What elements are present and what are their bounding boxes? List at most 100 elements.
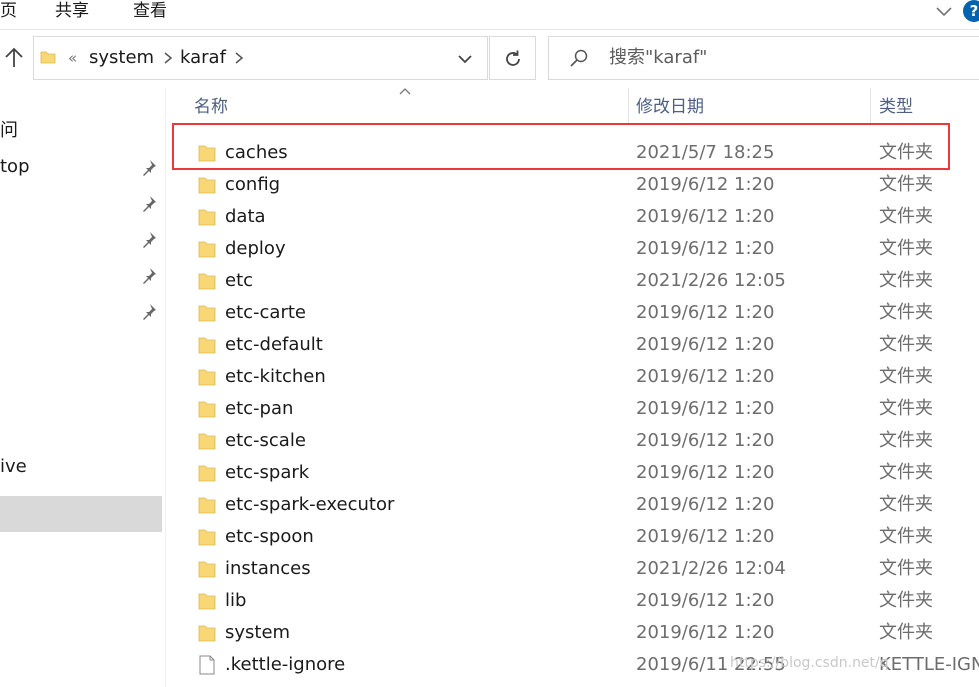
file-type: 文件夹 (879, 366, 933, 387)
folder-icon (198, 561, 216, 578)
breadcrumb-system[interactable]: system (89, 47, 154, 69)
folder-icon (198, 177, 216, 194)
file-name[interactable]: etc-spark (225, 461, 309, 485)
file-type: 文件夹 (879, 302, 933, 323)
file-modified-date: 2019/6/12 1:20 (636, 430, 775, 451)
file-row[interactable]: instances 2021/2/26 12:04 文件夹 (190, 553, 979, 585)
folder-icon (40, 51, 56, 64)
file-modified-date: 2019/6/12 1:20 (636, 494, 775, 515)
chevron-right-icon[interactable] (162, 51, 174, 65)
file-name[interactable]: etc-spoon (225, 525, 314, 549)
refresh-button[interactable] (489, 36, 536, 80)
column-divider[interactable] (870, 88, 871, 126)
file-type: 文件夹 (879, 334, 933, 355)
file-icon (199, 655, 215, 675)
ribbon: 页 共享 查看 ? (0, 0, 979, 30)
sort-ascending-icon (399, 88, 411, 95)
folder-icon (198, 465, 216, 482)
folder-icon (198, 433, 216, 450)
breadcrumb-karaf[interactable]: karaf (180, 47, 226, 69)
address-bar[interactable]: « system karaf (33, 36, 488, 80)
file-name[interactable]: etc-kitchen (225, 365, 326, 389)
file-row[interactable]: etc-scale 2019/6/12 1:20 文件夹 (190, 425, 979, 457)
address-overflow[interactable]: « (68, 47, 77, 69)
file-type: 文件夹 (879, 206, 933, 227)
file-type: 文件夹 (879, 494, 933, 515)
file-row[interactable]: data 2019/6/12 1:20 文件夹 (190, 201, 979, 233)
pin-icon (143, 268, 156, 284)
file-type: 文件夹 (879, 462, 933, 483)
file-modified-date: 2021/2/26 12:05 (636, 270, 786, 291)
file-row[interactable]: deploy 2019/6/12 1:20 文件夹 (190, 233, 979, 265)
file-type: 文件夹 (879, 558, 933, 579)
file-row[interactable]: etc-pan 2019/6/12 1:20 文件夹 (190, 393, 979, 425)
folder-icon (198, 273, 216, 290)
file-name[interactable]: etc-default (225, 333, 323, 357)
folder-icon (198, 497, 216, 514)
file-name[interactable]: etc-spark-executor (225, 493, 394, 517)
folder-icon (198, 337, 216, 354)
file-row[interactable]: etc-kitchen 2019/6/12 1:20 文件夹 (190, 361, 979, 393)
sidebar-item-selected[interactable] (0, 496, 162, 532)
file-name[interactable]: data (225, 205, 266, 229)
file-row[interactable]: etc-spoon 2019/6/12 1:20 文件夹 (190, 521, 979, 553)
file-name[interactable]: etc-pan (225, 397, 293, 421)
column-divider[interactable] (628, 88, 629, 126)
file-modified-date: 2021/5/7 18:25 (636, 142, 775, 163)
ribbon-tab-share[interactable]: 共享 (55, 0, 89, 24)
column-header-type[interactable]: 类型 (879, 88, 913, 126)
file-modified-date: 2019/6/12 1:20 (636, 238, 775, 259)
chevron-down-icon[interactable] (456, 51, 474, 67)
file-modified-date: 2019/6/12 1:20 (636, 462, 775, 483)
help-icon[interactable]: ? (963, 0, 979, 22)
file-row[interactable]: etc 2021/2/26 12:05 文件夹 (190, 265, 979, 297)
file-modified-date: 2019/6/12 1:20 (636, 302, 775, 323)
file-row[interactable]: etc-spark 2019/6/12 1:20 文件夹 (190, 457, 979, 489)
sidebar-item-1[interactable]: 问 (0, 120, 18, 142)
file-name[interactable]: caches (225, 141, 288, 165)
chevron-right-icon[interactable] (233, 51, 245, 65)
file-type: 文件夹 (879, 142, 933, 163)
file-type: 文件夹 (879, 430, 933, 451)
file-name[interactable]: lib (225, 589, 246, 613)
search-box[interactable]: 搜索"karaf" (548, 36, 979, 80)
file-row[interactable]: etc-carte 2019/6/12 1:20 文件夹 (190, 297, 979, 329)
column-header-date[interactable]: 修改日期 (636, 88, 704, 126)
file-modified-date: 2021/2/26 12:04 (636, 558, 786, 579)
file-row[interactable]: lib 2019/6/12 1:20 文件夹 (190, 585, 979, 617)
file-type: KETTLE-IGN (879, 654, 979, 675)
sidebar-item-onedrive[interactable]: ive (0, 456, 27, 478)
file-row[interactable]: etc-default 2019/6/12 1:20 文件夹 (190, 329, 979, 361)
column-header-name[interactable]: 名称 (194, 88, 228, 126)
file-row[interactable]: etc-spark-executor 2019/6/12 1:20 文件夹 (190, 489, 979, 521)
file-name[interactable]: etc-scale (225, 429, 306, 453)
file-row[interactable]: system 2019/6/12 1:20 文件夹 (190, 617, 979, 649)
file-modified-date: 2019/6/12 1:20 (636, 174, 775, 195)
file-modified-date: 2019/6/12 1:20 (636, 206, 775, 227)
folder-icon (198, 625, 216, 642)
file-name[interactable]: system (225, 621, 290, 645)
pin-icon (143, 196, 156, 212)
file-row[interactable]: config 2019/6/12 1:20 文件夹 (190, 169, 979, 201)
expand-ribbon-icon[interactable] (934, 2, 954, 22)
search-input[interactable]: 搜索"karaf" (609, 47, 707, 69)
folder-icon (198, 209, 216, 226)
search-icon (570, 49, 588, 67)
ribbon-tab-view[interactable]: 查看 (133, 0, 167, 24)
file-row[interactable]: caches 2021/5/7 18:25 文件夹 (190, 137, 979, 169)
folder-icon (198, 305, 216, 322)
file-modified-date: 2019/6/12 1:20 (636, 590, 775, 611)
up-arrow-icon[interactable] (2, 45, 26, 71)
sidebar-item-desktop[interactable]: top (0, 156, 30, 178)
file-modified-date: 2019/6/12 1:20 (636, 526, 775, 547)
file-name[interactable]: instances (225, 557, 311, 581)
file-name[interactable]: etc-carte (225, 301, 306, 325)
file-modified-date: 2019/6/12 1:20 (636, 622, 775, 643)
file-name[interactable]: config (225, 173, 280, 197)
file-name[interactable]: deploy (225, 237, 286, 261)
file-name[interactable]: .kettle-ignore (225, 653, 345, 677)
pane-divider[interactable] (165, 88, 166, 687)
file-type: 文件夹 (879, 622, 933, 643)
file-name[interactable]: etc (225, 269, 253, 293)
ribbon-tab-home[interactable]: 页 (0, 0, 17, 24)
